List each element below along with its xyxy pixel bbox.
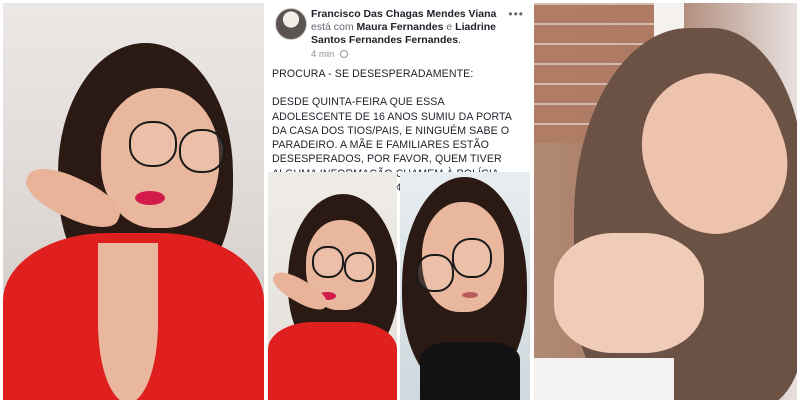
photo-right[interactable]: [534, 3, 797, 400]
post-paragraph-1: PROCURA - SE DESESPERADAMENTE:: [272, 68, 474, 80]
post-author-line: Francisco Das Chagas Mendes Viana está c…: [311, 8, 497, 46]
glasses-left-lens: [129, 121, 177, 167]
glasses-right-lens: [179, 129, 225, 173]
post-time[interactable]: 4 min: [311, 49, 334, 60]
neckline: [98, 243, 158, 400]
lips: [135, 191, 165, 205]
conjunction: e: [446, 21, 453, 33]
post-header: Francisco Das Chagas Mendes Viana está c…: [268, 3, 530, 65]
glasses-right-lens: [344, 252, 374, 282]
post-meta: 4 min: [311, 49, 348, 60]
more-options-icon[interactable]: •••: [508, 7, 524, 21]
white-top: [534, 358, 674, 400]
lips: [462, 292, 478, 298]
globe-icon: [339, 50, 348, 58]
glasses-right-lens: [452, 238, 492, 278]
glasses-left-lens: [312, 246, 344, 278]
red-dress: [268, 322, 397, 400]
post-photo-2[interactable]: [400, 172, 530, 400]
tagged-user-1[interactable]: Maura Fernandes: [357, 21, 444, 33]
with-phrase: está com: [311, 21, 354, 33]
profile-avatar[interactable]: [275, 8, 307, 40]
glasses-left-lens: [416, 254, 454, 292]
photo-left[interactable]: [3, 3, 264, 400]
post-photo-1[interactable]: [268, 172, 397, 400]
author-name[interactable]: Francisco Das Chagas Mendes Viana: [311, 8, 496, 20]
shoulder: [554, 233, 704, 353]
black-top: [420, 342, 520, 400]
